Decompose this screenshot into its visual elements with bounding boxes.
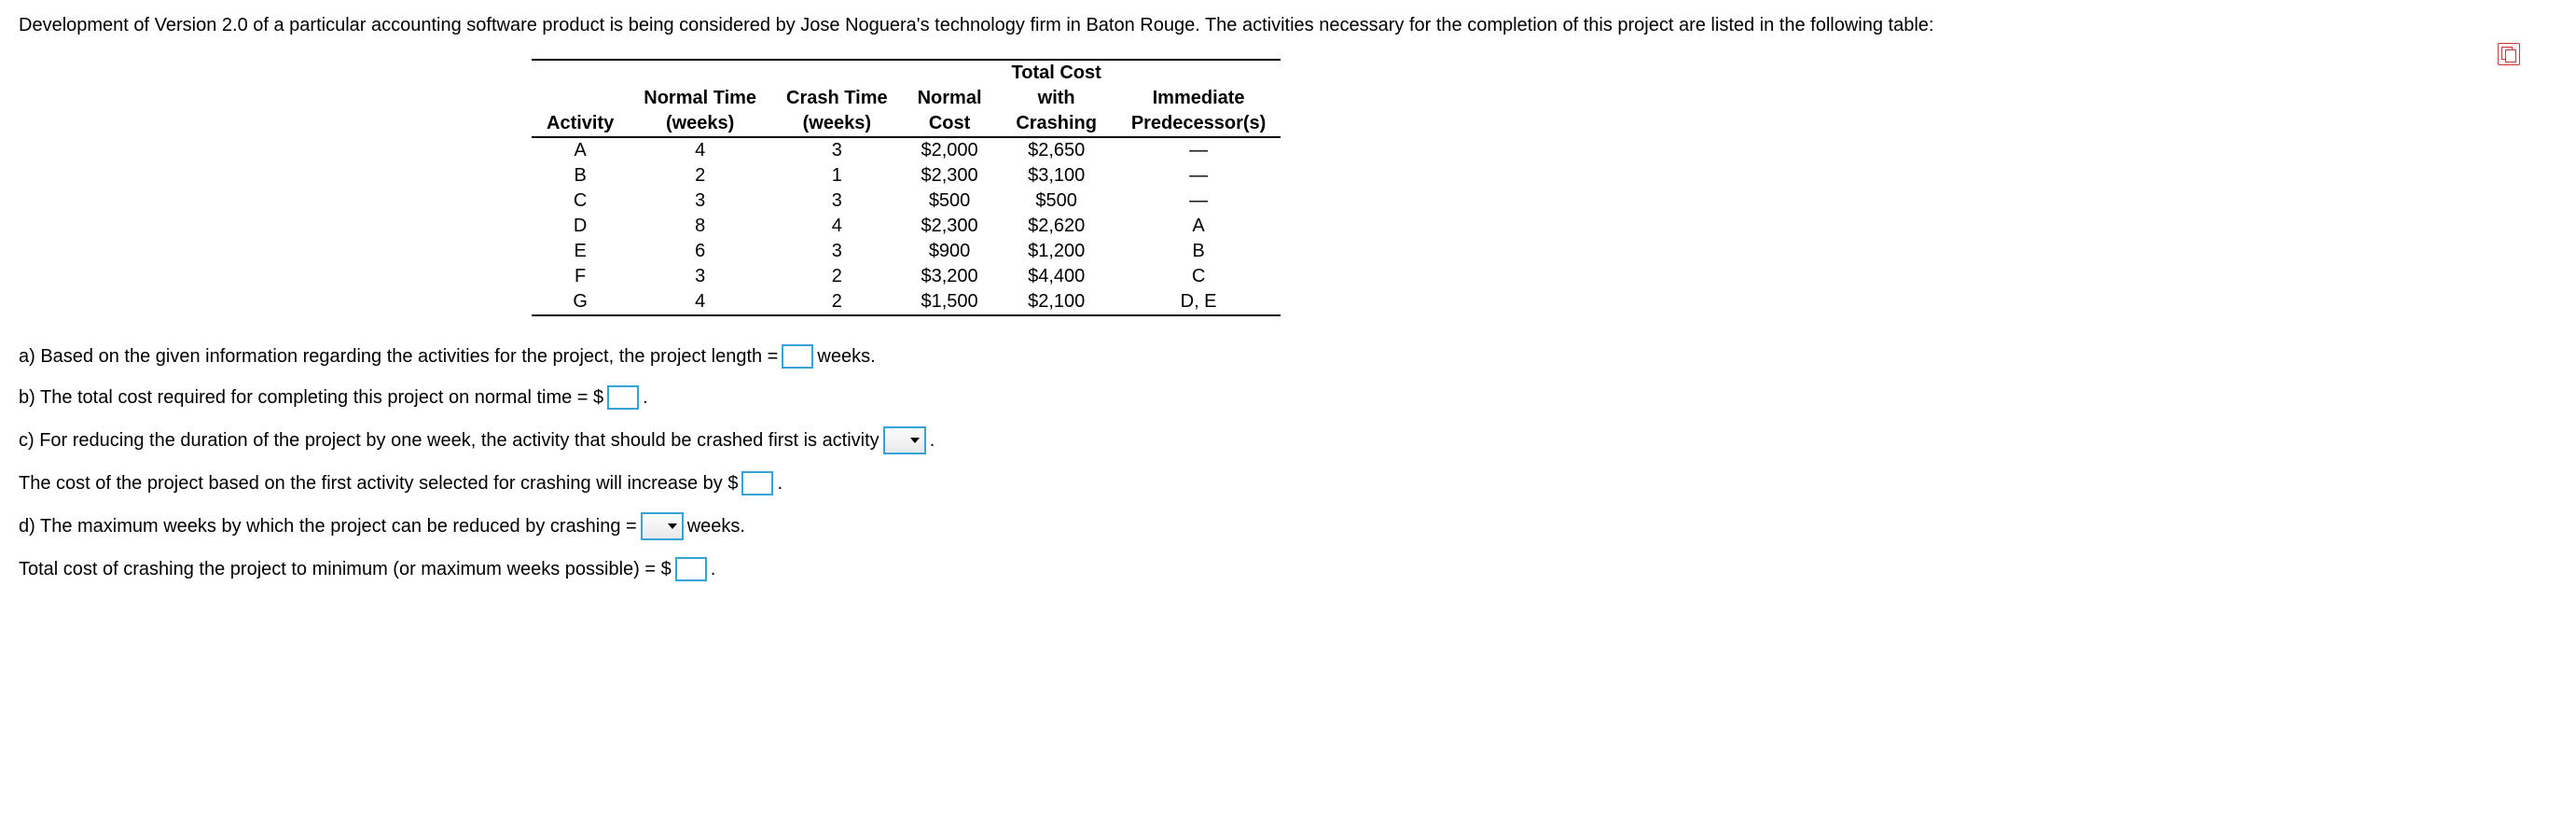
cell-pred: —	[1116, 137, 1281, 163]
hdr-totalcost-l1: Total Cost	[997, 60, 1116, 86]
cell-pred: B	[1116, 239, 1281, 264]
problem-intro: Development of Version 2.0 of a particul…	[19, 15, 2557, 36]
crash-activity-select[interactable]	[883, 426, 926, 454]
cell-totalcost: $500	[997, 188, 1116, 214]
cell-normalcost: $2,300	[903, 163, 997, 188]
hdr-crashtime-l2: (weeks)	[771, 111, 903, 137]
hdr-normaltime-l1: Normal Time	[629, 86, 771, 111]
max-weeks-select[interactable]	[641, 512, 684, 540]
cell-totalcost: $1,200	[997, 239, 1116, 264]
cell-pred: A	[1116, 214, 1281, 239]
question-e-text-post: .	[711, 559, 716, 580]
question-c-text-post: .	[930, 430, 935, 452]
project-length-input[interactable]	[782, 344, 813, 369]
hdr-normaltime-l2: (weeks)	[629, 111, 771, 137]
question-d-text-pre: d) The maximum weeks by which the projec…	[19, 516, 637, 537]
table-row: C 3 3 $500 $500 —	[532, 188, 1281, 214]
cell-normalcost: $1,500	[903, 289, 997, 315]
cell-crashtime: 2	[771, 264, 903, 289]
cell-totalcost: $2,650	[997, 137, 1116, 163]
cell-normaltime: 3	[629, 188, 771, 214]
cell-crashtime: 3	[771, 137, 903, 163]
hdr-normalcost-l1: Normal	[903, 86, 997, 111]
question-b: b) The total cost required for completin…	[19, 385, 2557, 410]
cell-normalcost: $500	[903, 188, 997, 214]
cell-activity: E	[532, 239, 629, 264]
question-c: c) For reducing the duration of the proj…	[19, 426, 2557, 454]
cell-normaltime: 4	[629, 289, 771, 315]
cell-totalcost: $3,100	[997, 163, 1116, 188]
question-d-text-post: weeks.	[687, 516, 745, 537]
table-row: F 3 2 $3,200 $4,400 C	[532, 264, 1281, 289]
total-crash-cost-input[interactable]	[675, 557, 707, 581]
question-c2-text-pre: The cost of the project based on the fir…	[19, 473, 738, 495]
cell-activity: G	[532, 289, 629, 315]
cell-pred: C	[1116, 264, 1281, 289]
cell-normaltime: 8	[629, 214, 771, 239]
hdr-totalcost-l3: Crashing	[997, 111, 1116, 137]
question-c-cost: The cost of the project based on the fir…	[19, 471, 2557, 495]
cell-totalcost: $2,620	[997, 214, 1116, 239]
cell-normalcost: $2,000	[903, 137, 997, 163]
cell-normalcost: $2,300	[903, 214, 997, 239]
hdr-crashtime-l1: Crash Time	[771, 86, 903, 111]
hdr-pred-l1: Immediate	[1116, 86, 1281, 111]
activities-tbody: A 4 3 $2,000 $2,650 — B 2 1 $2,300 $3,10…	[532, 137, 1281, 315]
copy-icon[interactable]	[2498, 43, 2520, 65]
table-row: B 2 1 $2,300 $3,100 —	[532, 163, 1281, 188]
chevron-down-icon	[667, 521, 678, 532]
cell-normaltime: 3	[629, 264, 771, 289]
chevron-down-icon	[909, 435, 921, 446]
hdr-pred-l2: Predecessor(s)	[1116, 111, 1281, 137]
hdr-totalcost-l2: with	[997, 86, 1116, 111]
question-e: Total cost of crashing the project to mi…	[19, 557, 2557, 581]
cell-totalcost: $2,100	[997, 289, 1116, 315]
cell-activity: D	[532, 214, 629, 239]
table-row: D 8 4 $2,300 $2,620 A	[532, 214, 1281, 239]
question-a-text-post: weeks.	[817, 346, 875, 368]
question-c-text-pre: c) For reducing the duration of the proj…	[19, 430, 879, 452]
question-a-text-pre: a) Based on the given information regard…	[19, 346, 778, 368]
question-d: d) The maximum weeks by which the projec…	[19, 512, 2557, 540]
cell-normaltime: 4	[629, 137, 771, 163]
cell-normalcost: $900	[903, 239, 997, 264]
cell-activity: A	[532, 137, 629, 163]
cell-normaltime: 2	[629, 163, 771, 188]
cell-activity: B	[532, 163, 629, 188]
hdr-activity: Activity	[532, 111, 629, 137]
crash-cost-increase-input[interactable]	[741, 471, 773, 495]
activities-table: Total Cost Normal Time Crash Time Normal…	[532, 59, 1281, 316]
cell-crashtime: 3	[771, 188, 903, 214]
cell-activity: C	[532, 188, 629, 214]
question-b-text-pre: b) The total cost required for completin…	[19, 387, 603, 409]
cell-pred: D, E	[1116, 289, 1281, 315]
question-c2-text-post: .	[777, 473, 782, 495]
question-a: a) Based on the given information regard…	[19, 344, 2557, 369]
cell-normalcost: $3,200	[903, 264, 997, 289]
table-row: E 6 3 $900 $1,200 B	[532, 239, 1281, 264]
cell-activity: F	[532, 264, 629, 289]
activities-table-wrap: Total Cost Normal Time Crash Time Normal…	[532, 59, 2557, 316]
table-row: G 4 2 $1,500 $2,100 D, E	[532, 289, 1281, 315]
cell-crashtime: 2	[771, 289, 903, 315]
cell-crashtime: 3	[771, 239, 903, 264]
cell-crashtime: 1	[771, 163, 903, 188]
cell-crashtime: 4	[771, 214, 903, 239]
table-row: A 4 3 $2,000 $2,650 —	[532, 137, 1281, 163]
cell-normaltime: 6	[629, 239, 771, 264]
question-b-text-post: .	[643, 387, 648, 409]
cell-totalcost: $4,400	[997, 264, 1116, 289]
cell-pred: —	[1116, 163, 1281, 188]
cell-pred: —	[1116, 188, 1281, 214]
total-cost-input[interactable]	[607, 385, 639, 410]
question-e-text-pre: Total cost of crashing the project to mi…	[19, 559, 672, 580]
hdr-normalcost-l2: Cost	[903, 111, 997, 137]
